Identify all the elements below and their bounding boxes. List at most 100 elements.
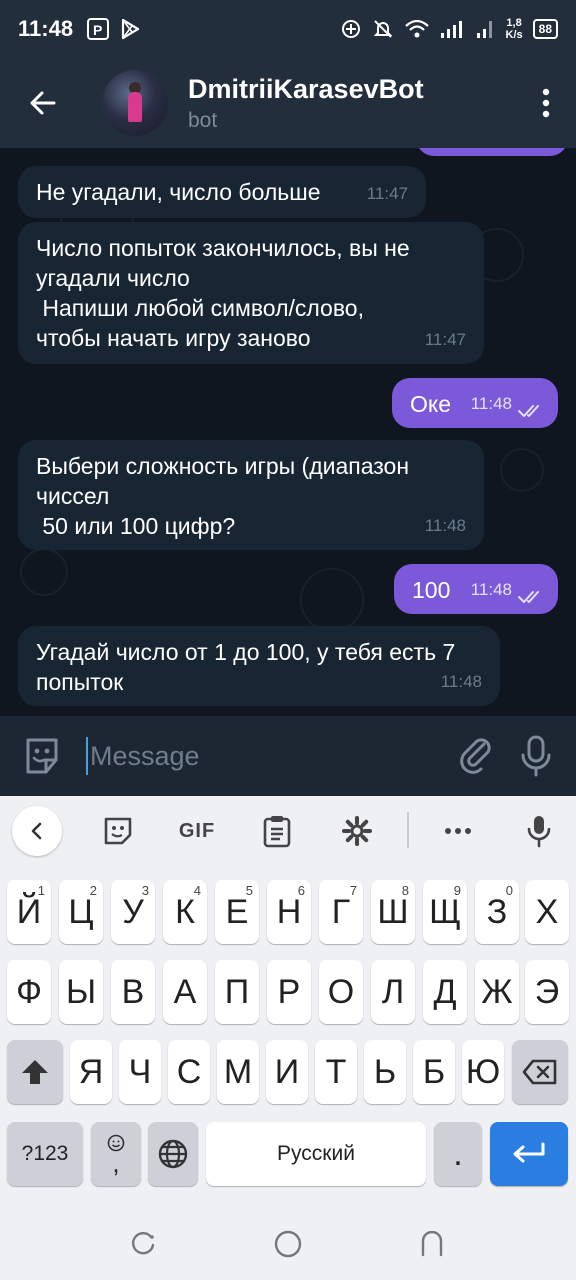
keyboard-settings-button[interactable] <box>332 806 382 856</box>
keyboard-voice-button[interactable] <box>514 806 564 856</box>
key-letter[interactable]: Б <box>413 1040 455 1104</box>
voice-message-button[interactable] <box>506 716 566 796</box>
more-horizontal-icon <box>445 828 471 834</box>
status-right: 1,8 K/s 88 <box>340 17 558 41</box>
key-letter[interactable]: Ь <box>364 1040 406 1104</box>
status-notification-icons: P <box>87 18 141 40</box>
keyboard-sticker-button[interactable] <box>93 806 143 856</box>
paperclip-icon <box>460 738 491 774</box>
enter-arrow-icon <box>513 1142 545 1163</box>
key-hint: 8 <box>401 883 409 898</box>
key-letter[interactable]: О <box>319 960 363 1024</box>
chat-title-block[interactable]: DmitriiKarasevBot bot <box>188 74 424 133</box>
back-nav-icon <box>421 1231 443 1257</box>
speed-value: 1,8 <box>506 17 522 29</box>
avatar-figure <box>128 92 142 122</box>
keyboard-collapse-button[interactable] <box>12 806 62 856</box>
key-letter[interactable]: У3 <box>111 880 155 944</box>
signal-2-icon <box>476 21 492 38</box>
key-letter[interactable]: В <box>111 960 155 1024</box>
key-letter[interactable]: Т <box>315 1040 357 1104</box>
avatar[interactable] <box>102 70 168 136</box>
enter-key[interactable] <box>490 1122 568 1186</box>
key-letter[interactable]: Д <box>423 960 467 1024</box>
keyboard-gif-button[interactable]: GIF <box>172 806 222 856</box>
key-letter[interactable]: Щ9 <box>423 880 467 944</box>
home-button[interactable] <box>268 1224 308 1264</box>
chat-subtitle: bot <box>188 108 218 132</box>
key-hint: 4 <box>193 883 201 898</box>
backspace-icon <box>522 1059 557 1085</box>
wifi-icon <box>404 19 429 38</box>
chat-header: DmitriiKarasevBot bot <box>0 58 576 148</box>
key-letter[interactable]: П <box>215 960 259 1024</box>
emoji-comma-key[interactable]: , <box>91 1122 141 1186</box>
message-bubble-incoming[interactable]: Число попыток закончилось, вы не угадали… <box>18 222 484 364</box>
key-letter[interactable]: Ц2 <box>59 880 103 944</box>
language-key[interactable] <box>148 1122 198 1186</box>
recents-icon <box>132 1232 155 1255</box>
comma-label: , <box>112 1148 120 1178</box>
message-bubble-outgoing[interactable]: Оке 11:48 <box>392 378 558 428</box>
key-letter[interactable]: Р <box>267 960 311 1024</box>
attach-button[interactable] <box>446 716 506 796</box>
back-nav-button[interactable] <box>412 1224 452 1264</box>
double-check-icon <box>518 405 539 417</box>
key-letter[interactable]: Я <box>70 1040 112 1104</box>
message-input[interactable]: Message <box>86 716 446 796</box>
globe-icon <box>158 1139 188 1169</box>
key-letter[interactable]: Е5 <box>215 880 259 944</box>
key-letter[interactable]: А <box>163 960 207 1024</box>
home-circle-icon <box>274 1230 302 1258</box>
speed-unit: K/s <box>505 29 523 41</box>
message-text: Число попыток закончилось, вы не угадали… <box>36 235 410 351</box>
symbols-key[interactable]: ?123 <box>7 1122 83 1186</box>
sticker-smile-icon <box>26 738 58 774</box>
key-letter[interactable]: С <box>168 1040 210 1104</box>
text-caret <box>86 737 88 775</box>
back-button[interactable] <box>0 58 86 148</box>
status-bar: 11:48 P 1,8 K/s 88 <box>0 0 576 58</box>
parking-app-icon: P <box>87 18 110 40</box>
key-letter[interactable]: Л <box>371 960 415 1024</box>
message-bubble-incoming[interactable]: Выбери сложность игры (диапазон чиссел 5… <box>18 440 484 550</box>
key-letter[interactable]: Г7 <box>319 880 363 944</box>
key-label: Ш <box>377 892 409 931</box>
message-bubble-incoming[interactable]: Не угадали, число больше 11:47 <box>18 166 426 218</box>
message-time: 11:48 <box>470 580 512 599</box>
key-letter[interactable]: Э <box>525 960 569 1024</box>
emoji-button[interactable] <box>12 716 72 796</box>
key-letter[interactable]: Ы <box>59 960 103 1024</box>
space-key[interactable]: Русский <box>206 1122 426 1186</box>
recents-button[interactable] <box>124 1224 164 1264</box>
backspace-key[interactable] <box>512 1040 568 1104</box>
period-key[interactable]: . <box>434 1122 482 1186</box>
key-letter[interactable]: Ф <box>7 960 51 1024</box>
key-letter[interactable]: Ж <box>475 960 519 1024</box>
key-letter[interactable]: Ш8 <box>371 880 415 944</box>
message-time: 11:48 <box>470 394 512 413</box>
key-letter[interactable]: Н6 <box>267 880 311 944</box>
message-composer: Message <box>0 716 576 796</box>
status-time: 11:48 <box>18 16 74 41</box>
message-bubble-incoming[interactable]: Угадай число от 1 до 100, у тебя есть 7 … <box>18 626 500 706</box>
key-letter[interactable]: Й1 <box>7 880 51 944</box>
svg-text:P: P <box>93 22 102 38</box>
key-letter[interactable]: М <box>217 1040 259 1104</box>
message-bubble-outgoing[interactable]: 100 11:48 <box>394 564 558 614</box>
key-letter[interactable]: И <box>266 1040 308 1104</box>
wallpaper-doodle <box>500 448 544 492</box>
message-list[interactable]: Не угадали, число больше 11:47 Число поп… <box>0 148 576 716</box>
system-navigation-bar <box>0 1208 576 1280</box>
key-letter[interactable]: З0 <box>475 880 519 944</box>
keyboard-clipboard-button[interactable] <box>252 806 302 856</box>
keyboard-more-button[interactable] <box>433 806 483 856</box>
key-label: Х <box>535 892 559 931</box>
key-letter[interactable]: Ю <box>462 1040 504 1104</box>
more-menu-button[interactable] <box>516 58 576 148</box>
key-letter[interactable]: К4 <box>163 880 207 944</box>
key-letter[interactable]: Х <box>525 880 569 944</box>
key-letter[interactable]: Ч <box>119 1040 161 1104</box>
toolbar-separator <box>407 812 409 848</box>
shift-key[interactable] <box>7 1040 63 1104</box>
